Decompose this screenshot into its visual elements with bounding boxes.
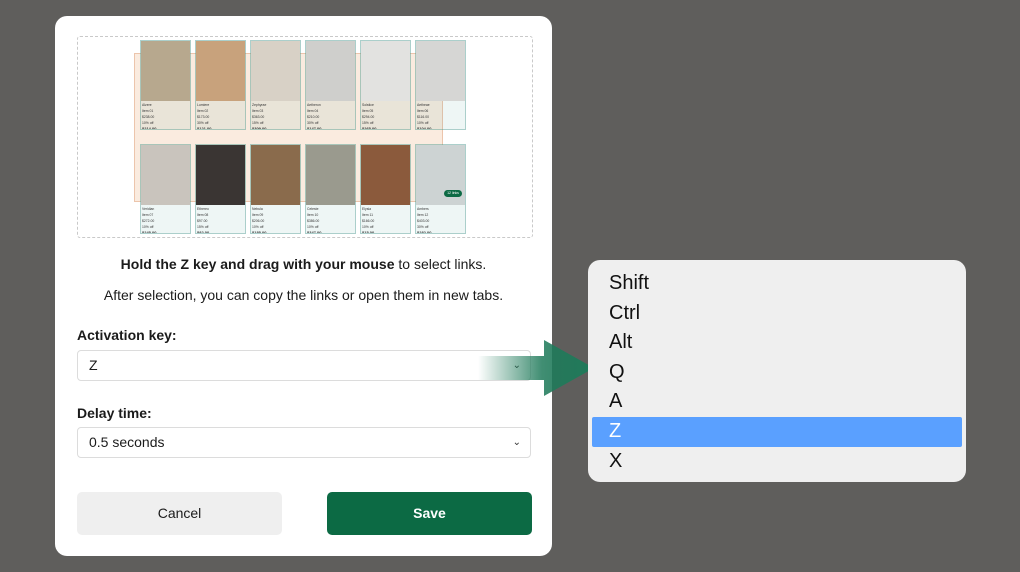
product-price: $309.00: [252, 126, 267, 130]
product-card[interactable]: Aetheron Item 04 $210.00 30% off $147.00: [305, 40, 356, 130]
product-image: [196, 145, 245, 205]
product-meta: Ethereo Item 08 $97.00 15% off $82.00: [196, 205, 245, 234]
instruction-text-2: After selection, you can copy the links …: [103, 287, 504, 303]
product-meta: Nebula Item 09 $206.00 10% off $185.00: [251, 205, 300, 234]
save-button[interactable]: Save: [327, 492, 532, 535]
product-meta: Veridian Item 07 $272.00 10% off $245.00: [141, 205, 190, 234]
product-meta: Celeste Item 10 $386.00 10% off $347.00: [306, 205, 355, 234]
instruction-bold: Hold the Z key and drag with your mouse: [120, 256, 395, 272]
product-card[interactable]: Elysia Item 11 $166.00 10% off $15.00: [360, 144, 411, 234]
delay-time-value: 0.5 seconds: [89, 434, 165, 450]
dropdown-option-alt[interactable]: Alt: [592, 328, 962, 358]
product-meta: Aetheron Item 04 $210.00 30% off $147.00: [306, 101, 355, 130]
dropdown-option-a[interactable]: A: [592, 387, 962, 417]
product-card[interactable]: Zephyrae Item 03 $363.00 15% off $309.00: [250, 40, 301, 130]
product-price: $347.00: [307, 230, 322, 234]
product-card[interactable]: Nebula Item 09 $206.00 10% off $185.00: [250, 144, 301, 234]
product-price: $121.00: [197, 126, 212, 130]
product-price: $265.00: [362, 126, 377, 130]
product-meta: Aetheae Item 06 $116.00 10% off $104.00: [416, 101, 465, 130]
product-image: [251, 145, 300, 205]
cancel-button[interactable]: Cancel: [77, 492, 282, 535]
product-meta: Ambers Item 12 $403.00 30% off $282.00: [416, 205, 465, 234]
product-card[interactable]: Ambers Item 12 $403.00 30% off $282.00: [415, 144, 466, 234]
dropdown-option-ctrl[interactable]: Ctrl: [592, 299, 962, 329]
product-image: [361, 41, 410, 101]
delay-time-label: Delay time:: [77, 405, 152, 421]
activation-key-dropdown-menu: Shift Ctrl Alt Q A Z X: [588, 260, 966, 482]
product-card[interactable]: Ethereo Item 08 $97.00 15% off $82.00: [195, 144, 246, 234]
arrow-right-icon: [478, 340, 594, 396]
product-card[interactable]: Lumiere Item 02 $173.00 30% off $121.00: [195, 40, 246, 130]
product-card[interactable]: Veridian Item 07 $272.00 10% off $245.00: [140, 144, 191, 234]
product-meta: Alzere Item 01 $238.00 10% off $214.00: [141, 101, 190, 130]
links-count-badge: 12 links: [444, 190, 462, 197]
product-card[interactable]: Alzere Item 01 $238.00 10% off $214.00: [140, 40, 191, 130]
product-price: $185.00: [252, 230, 267, 234]
dropdown-option-z[interactable]: Z: [592, 416, 962, 447]
product-image: [361, 145, 410, 205]
product-meta: Elysia Item 11 $166.00 10% off $15.00: [361, 205, 410, 234]
chevron-down-icon: ⌄: [512, 437, 521, 448]
instruction-rest: to select links.: [394, 256, 487, 272]
product-image: [141, 41, 190, 101]
dropdown-option-shift[interactable]: Shift: [592, 269, 962, 299]
product-card[interactable]: Solstice Item 05 $294.00 15% off $265.00: [360, 40, 411, 130]
product-price: $82.00: [197, 230, 210, 234]
product-image: [196, 41, 245, 101]
product-image: [416, 41, 465, 101]
product-price: $245.00: [142, 230, 157, 234]
product-image: [306, 41, 355, 101]
activation-key-value: Z: [89, 357, 98, 373]
product-card[interactable]: Aetheae Item 06 $116.00 10% off $104.00: [415, 40, 466, 130]
product-image: [306, 145, 355, 205]
settings-dialog: Alzere Item 01 $238.00 10% off $214.00 Lumier…: [55, 16, 552, 556]
activation-key-label: Activation key:: [77, 327, 177, 343]
activation-key-select[interactable]: Z ⌄: [77, 350, 531, 381]
product-card[interactable]: Celeste Item 10 $386.00 10% off $347.00: [305, 144, 356, 234]
product-meta: Zephyrae Item 03 $363.00 15% off $309.00: [251, 101, 300, 130]
product-meta: Lumiere Item 02 $173.00 30% off $121.00: [196, 101, 245, 130]
delay-time-select[interactable]: 0.5 seconds ⌄: [77, 427, 531, 458]
product-image: [251, 41, 300, 101]
product-price: $104.00: [417, 126, 432, 130]
selection-preview: Alzere Item 01 $238.00 10% off $214.00 Lumier…: [77, 36, 533, 238]
product-price: $282.00: [417, 230, 432, 234]
product-image: [141, 145, 190, 205]
product-price: $214.00: [142, 126, 157, 130]
product-grid: Alzere Item 01 $238.00 10% off $214.00 Lumier…: [140, 40, 466, 234]
product-meta: Solstice Item 05 $294.00 15% off $265.00: [361, 101, 410, 130]
instruction-text: Hold the Z key and drag with your mouse …: [55, 256, 552, 272]
product-price: $147.00: [307, 126, 322, 130]
dropdown-option-q[interactable]: Q: [592, 358, 962, 388]
dropdown-option-x[interactable]: X: [592, 447, 962, 477]
product-price: $15.00: [362, 230, 375, 234]
